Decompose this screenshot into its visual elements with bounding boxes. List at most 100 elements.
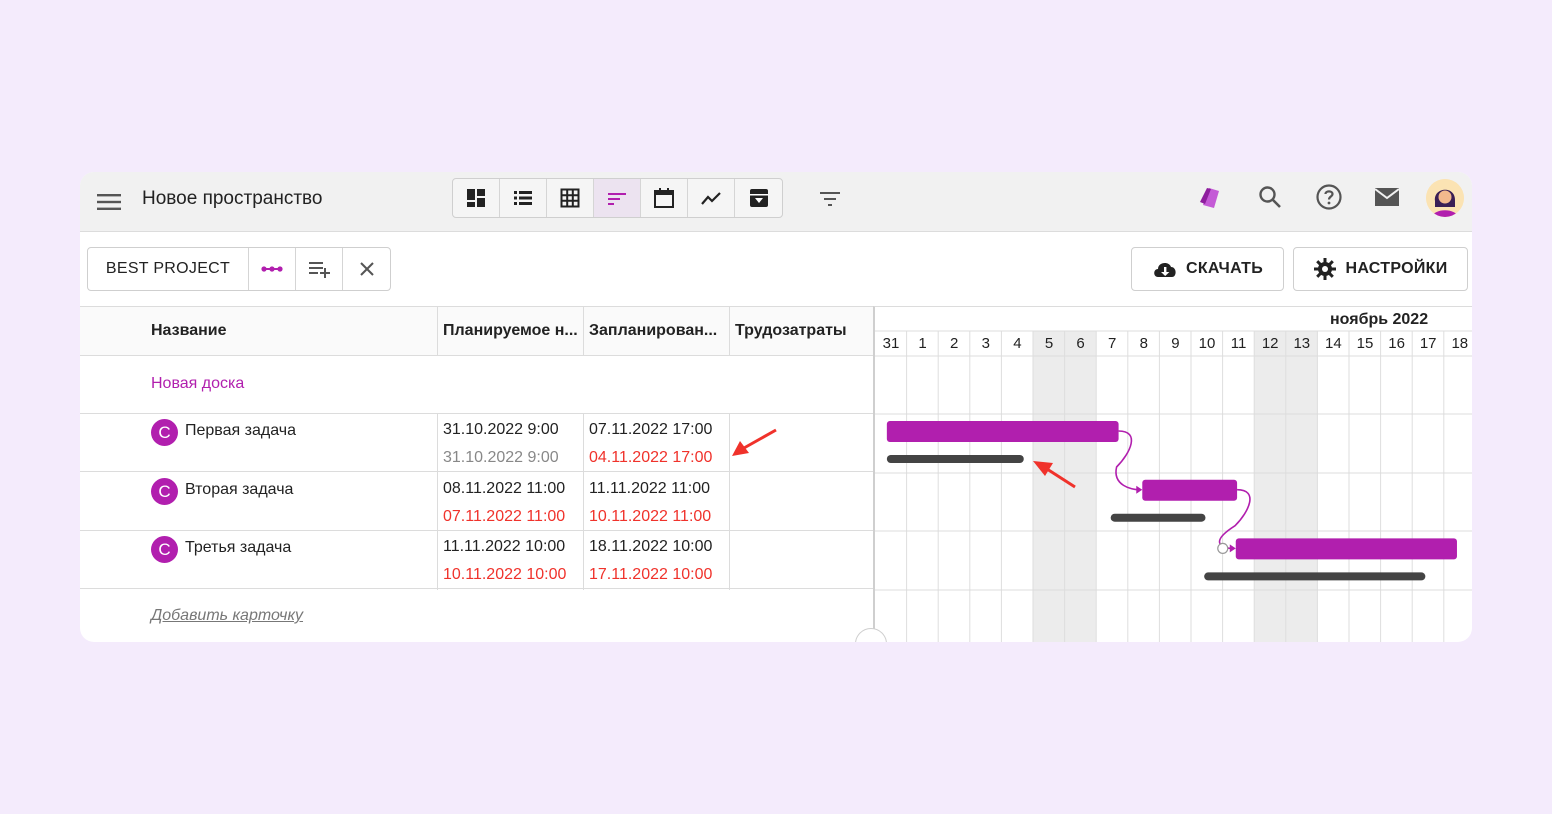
close-project-button[interactable] [343,248,390,290]
gantt-day-label: 11 [1230,335,1247,352]
gantt-day-label: 10 [1198,335,1216,352]
mail-button[interactable] [1372,182,1402,212]
chart-line-icon [701,192,721,205]
hamburger-menu-icon[interactable] [94,188,124,216]
column-divider [729,307,730,356]
baseline-task-bar[interactable] [1110,513,1206,522]
gantt-day-label: 18 [1451,335,1469,352]
annotation-arrow-line [743,428,777,450]
tags-icon [1200,188,1219,208]
column-header-effort[interactable]: Трудозатраты [735,307,870,355]
tags-button[interactable] [1196,182,1226,212]
archive-icon [749,189,768,207]
filter-button[interactable] [815,184,845,214]
gantt-day-label: 15 [1356,335,1374,352]
top-bar: Новое пространство [80,172,1472,232]
table-header: Название Планируемое н... Запланирован..… [80,307,873,356]
planned-task-bar[interactable] [1142,479,1238,501]
task-name[interactable]: Вторая задача [185,481,293,499]
planned-start-date[interactable]: 31.10.2022 9:00 [443,421,559,439]
list-icon [514,191,532,205]
assignee-avatar[interactable]: С [151,419,178,446]
download-button[interactable]: СКАЧАТЬ [1131,247,1284,291]
planned-end-date[interactable]: 11.11.2022 11:00 [589,480,710,498]
app-window: Новое пространство BEST PROJECT СКАЧАТЬ … [80,172,1472,642]
settings-label: НАСТРОЙКИ [1345,260,1448,277]
view-switcher [452,178,783,218]
view-calendar-button[interactable] [641,179,688,217]
baseline-task-bar[interactable] [1204,572,1426,581]
space-title: Новое пространство [142,188,323,209]
weekend-column [1033,331,1065,642]
add-card-link[interactable]: Добавить карточку [151,607,303,625]
baseline-end-date: 04.11.2022 17:00 [589,449,713,466]
planned-task-bar[interactable] [886,421,1119,442]
close-icon [359,262,374,276]
assignee-avatar[interactable]: С [151,536,178,564]
view-archive-button[interactable] [735,179,782,217]
group-title[interactable]: Новая доска [151,375,244,393]
column-header-scheduled[interactable]: Запланирован... [589,307,727,355]
gantt-day-label: 9 [1171,335,1180,352]
search-icon [1259,186,1281,208]
gantt-month-label: ноябрь 2022 [1330,311,1429,328]
annotation-arrowhead [732,441,749,456]
view-gantt-button[interactable] [594,179,641,217]
column-divider [437,414,438,590]
planned-start-date[interactable]: 11.11.2022 10:00 [443,538,565,556]
view-dashboard-button[interactable] [453,179,500,217]
baseline-task-bar[interactable] [886,455,1024,463]
task-name[interactable]: Третья задача [185,539,291,557]
gantt-day-label: 2 [950,335,959,352]
assignee-avatar[interactable]: С [151,477,178,505]
project-selector-button[interactable]: BEST PROJECT [88,248,249,290]
gantt-day-label: 5 [1044,335,1054,352]
gantt-icon [608,193,626,205]
settings-button[interactable]: НАСТРОЙКИ [1293,247,1468,291]
search-button[interactable] [1255,182,1285,212]
weekend-column [1285,331,1318,642]
view-chart-button[interactable] [688,179,735,217]
baseline-start-date: 07.11.2022 11:00 [443,507,566,525]
planned-task-bar[interactable] [1235,538,1457,560]
dashboard-icon [467,189,485,207]
gantt-day-label: 3 [981,335,990,352]
annotation-arrow [732,428,777,456]
column-divider [437,307,438,356]
task-row[interactable]: С Вторая задача 08.11.2022 11:00 11.11.2022… [80,473,873,531]
dependency-link-icon [261,266,283,272]
calendar-icon [654,188,674,208]
download-label: СКАЧАТЬ [1185,260,1264,277]
baseline-start-date: 31.10.2022 9:00 [443,449,559,466]
gantt-day-label: 12 [1261,335,1279,352]
user-avatar[interactable] [1426,179,1464,217]
gantt-day-label: 6 [1076,335,1085,352]
task-row[interactable]: С Третья задача 11.11.2022 10:00 18.11.2022… [80,531,873,590]
view-table-button[interactable] [547,179,594,217]
dependencies-button[interactable] [249,248,296,290]
add-task-button[interactable] [296,248,343,290]
gantt-day-label: 17 [1419,335,1437,352]
dependency-arrowhead [1136,485,1143,494]
column-header-name[interactable]: Название [151,307,431,355]
table-grid-icon [560,188,580,208]
column-divider [583,307,584,356]
baseline-end-date: 17.11.2022 10:00 [589,566,713,584]
planned-start-date[interactable]: 08.11.2022 11:00 [443,480,565,498]
gear-icon [1314,258,1337,280]
playlist-add-icon [309,262,330,278]
mail-icon [1374,188,1400,206]
view-list-button[interactable] [500,179,547,217]
help-button[interactable] [1314,182,1344,212]
baseline-end-date: 10.11.2022 11:00 [589,507,712,525]
task-name[interactable]: Первая задача [185,422,296,440]
gantt-day-label: 4 [1013,335,1022,352]
weekend-column [1064,331,1097,642]
planned-end-date[interactable]: 18.11.2022 10:00 [589,538,712,556]
weekend-column [1254,331,1286,642]
gantt-day-label: 16 [1388,335,1405,352]
project-toolbar: BEST PROJECT [87,247,391,291]
help-icon [1316,184,1342,210]
column-header-planned-start[interactable]: Планируемое н... [443,307,581,355]
planned-end-date[interactable]: 07.11.2022 17:00 [589,421,712,439]
